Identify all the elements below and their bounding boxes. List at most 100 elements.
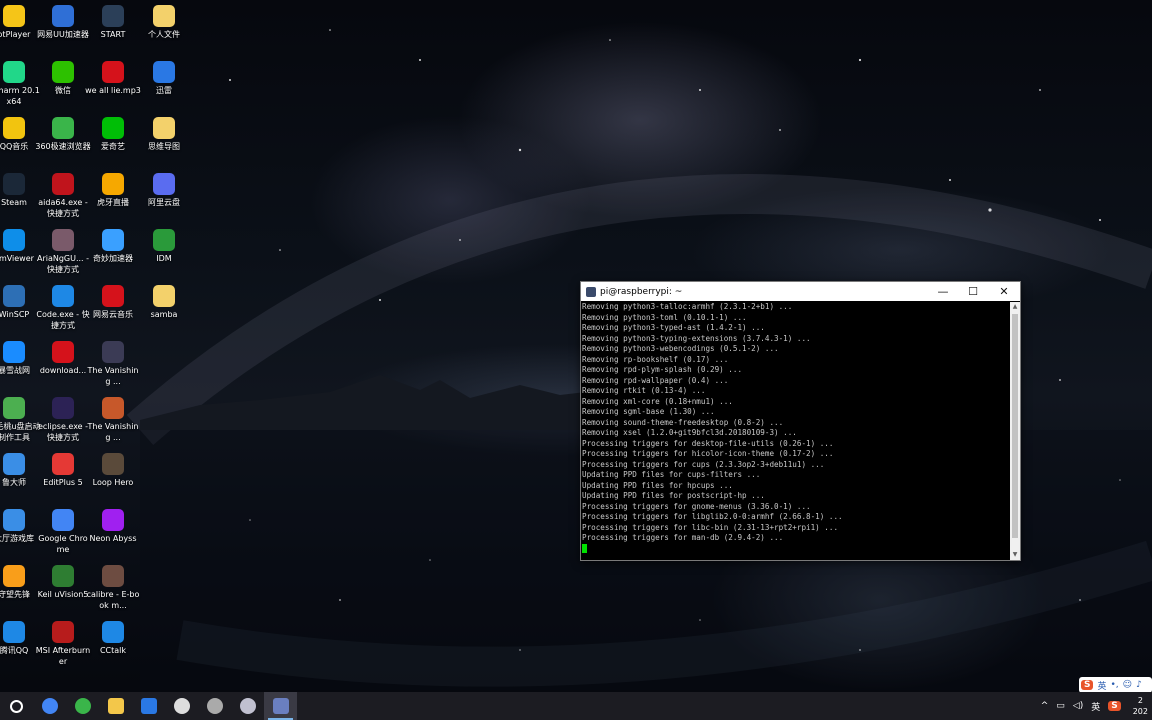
terminal-line: Removing xsel (1.2.0+git9bfcl3d.20180109… xyxy=(582,428,797,437)
clock[interactable]: 2 202 xyxy=(1129,695,1152,717)
desktop-shortcut[interactable]: 虎牙直播 xyxy=(85,173,141,208)
desktop-shortcut[interactable]: AriaNgGU... - 快捷方式 xyxy=(35,229,91,275)
desktop-shortcut-label: AriaNgGU... - 快捷方式 xyxy=(36,254,90,274)
qimiao-icon xyxy=(102,229,124,251)
terminal-line: Removing python3-webencodings (0.5.1-2) … xyxy=(582,344,779,353)
desktop-shortcut[interactable]: 爱奇艺 xyxy=(85,117,141,152)
scroll-down-arrow-icon[interactable]: ▼ xyxy=(1010,550,1020,560)
desktop-shortcut[interactable]: The Vanishing ... xyxy=(85,341,141,387)
minimize-button[interactable]: — xyxy=(928,282,958,301)
language-indicator[interactable]: 英 xyxy=(1091,700,1100,713)
desktop-shortcut-label: 网易UU加速器 xyxy=(37,30,89,39)
clock-time: 2 xyxy=(1137,696,1143,705)
folder-icon xyxy=(153,5,175,27)
usb-tool-icon xyxy=(3,397,25,419)
loophero-icon xyxy=(102,453,124,475)
desktop-shortcut[interactable]: 迅雷 xyxy=(136,61,192,96)
desktop-shortcut[interactable]: we all lie.mp3 xyxy=(85,61,141,96)
putty-taskbar[interactable] xyxy=(264,692,297,720)
sogou-tray-icon[interactable]: S xyxy=(1108,701,1121,711)
desktop-shortcut-label: eclipse.exe - 快捷方式 xyxy=(37,422,89,442)
desktop-shortcut[interactable]: calibre - E-book m... xyxy=(85,565,141,611)
xunlei-icon xyxy=(140,698,157,714)
terminal-scrollbar[interactable]: ▲ ▼ xyxy=(1010,302,1020,560)
desktop-shortcut[interactable]: MSI Afterburner xyxy=(35,621,91,667)
scrollbar-thumb[interactable] xyxy=(1012,314,1018,538)
putty-icon xyxy=(272,698,289,714)
taskbar-items xyxy=(0,692,297,720)
ime-toolbar[interactable]: S 英 •, ☺ ♪ xyxy=(1079,677,1152,693)
desktop-shortcut[interactable]: 网易云音乐 xyxy=(85,285,141,320)
desktop-shortcut[interactable]: The Vanishing ... xyxy=(85,397,141,443)
terminal-titlebar[interactable]: pi@raspberrypi: ~ — ☐ ✕ xyxy=(581,282,1020,301)
desktop-shortcut[interactable]: 奇妙加速器 xyxy=(85,229,141,264)
sogou-ime-icon[interactable]: S xyxy=(1081,680,1094,690)
terminal-line: Removing python3-typed-ast (1.4.2-1) ... xyxy=(582,323,765,332)
desktop-shortcut[interactable]: aida64.exe - 快捷方式 xyxy=(35,173,91,219)
keil-icon xyxy=(52,565,74,587)
desktop-shortcut[interactable]: 网易UU加速器 xyxy=(35,5,91,40)
search-button[interactable] xyxy=(0,692,33,720)
desktop-shortcut-label: The Vanishing ... xyxy=(87,422,139,442)
desktop-shortcut[interactable]: 阿里云盘 xyxy=(136,173,192,208)
terminal-output[interactable]: Removing python3-talloc:armhf (2.3.1-2+b… xyxy=(581,302,1010,560)
desktop-shortcut[interactable]: 360极速浏览器 xyxy=(35,117,91,152)
explorer-taskbar[interactable] xyxy=(99,692,132,720)
desktop-shortcut[interactable]: Loop Hero xyxy=(85,453,141,488)
desktop-shortcut[interactable]: samba xyxy=(136,285,192,320)
terminal-line: Updating PPD files for hpcups ... xyxy=(582,480,733,490)
putty-icon xyxy=(586,286,596,297)
volume-icon[interactable]: ◁) xyxy=(1073,701,1083,711)
terminal-line: Removing sound-theme-freedesktop (0.8-2)… xyxy=(582,417,784,427)
vanishing-icon xyxy=(102,397,124,419)
start-icon xyxy=(102,5,124,27)
network-icon[interactable]: ▭ xyxy=(1056,701,1065,711)
chrome-taskbar[interactable] xyxy=(33,692,66,720)
desktop-shortcut-label: EditPlus 5 xyxy=(43,478,83,487)
ime-mode-toggle[interactable]: 英 xyxy=(1097,679,1106,692)
desktop-shortcut-label: 虎牙直播 xyxy=(97,198,129,207)
terminal-line: Removing python3-typing-extensions (3.7.… xyxy=(582,333,811,343)
voice-icon[interactable]: ♪ xyxy=(1136,680,1142,690)
terminal-window[interactable]: pi@raspberrypi: ~ — ☐ ✕ Removing python3… xyxy=(580,281,1021,561)
aida64-icon xyxy=(52,173,74,195)
terminal-line: Removing python3-talloc:armhf (2.3.1-2+b… xyxy=(582,302,793,311)
terminal-line: Processing triggers for cups (2.3.3op2-3… xyxy=(582,459,825,469)
desktop-shortcut[interactable]: Neon Abyss xyxy=(85,509,141,544)
ariang-icon xyxy=(52,229,74,251)
desktop-shortcut[interactable]: Code.exe - 快捷方式 xyxy=(35,285,91,331)
desktop-shortcut[interactable]: 微信 xyxy=(35,61,91,96)
settings-taskbar[interactable] xyxy=(165,692,198,720)
netease-music-file-icon xyxy=(102,61,124,83)
desktop-shortcut-label: 网易云音乐 xyxy=(93,310,133,319)
app-taskbar[interactable] xyxy=(231,692,264,720)
overwatch-icon xyxy=(3,565,25,587)
desktop-shortcut[interactable]: download... xyxy=(35,341,91,376)
desktop-shortcut[interactable]: Keil uVision5 xyxy=(35,565,91,600)
ludashi-icon xyxy=(3,453,25,475)
xunlei-taskbar[interactable] xyxy=(132,692,165,720)
terminal-line: Removing rpd-plym-splash (0.29) ... xyxy=(582,365,743,374)
tray-expand-icon[interactable]: ^ xyxy=(1041,701,1049,711)
desktop-shortcut[interactable]: eclipse.exe - 快捷方式 xyxy=(35,397,91,443)
desktop-shortcut-label: we all lie.mp3 xyxy=(85,86,141,95)
maximize-button[interactable]: ☐ xyxy=(958,282,988,301)
desktop-shortcut[interactable]: 个人文件 xyxy=(136,5,192,40)
desktop-shortcut[interactable]: START xyxy=(85,5,141,40)
terminal-line: Removing rp-bookshelf (0.17) ... xyxy=(582,354,729,364)
desktop-shortcut[interactable]: 思维导图 xyxy=(136,117,192,152)
uu-booster-icon xyxy=(52,5,74,27)
desktop-shortcut[interactable]: IDM xyxy=(136,229,192,264)
terminal-line: Removing rpd-wallpaper (0.4) ... xyxy=(582,375,729,385)
desktop-shortcut[interactable]: Google Chrome xyxy=(35,509,91,555)
punctuation-icon[interactable]: •, xyxy=(1111,680,1119,690)
desktop-shortcut[interactable]: CCtalk xyxy=(85,621,141,656)
steam-taskbar[interactable] xyxy=(198,692,231,720)
desktop-shortcut[interactable]: EditPlus 5 xyxy=(35,453,91,488)
eclipse-icon xyxy=(52,397,74,419)
scroll-up-arrow-icon[interactable]: ▲ xyxy=(1010,302,1020,312)
360-taskbar[interactable] xyxy=(66,692,99,720)
close-button[interactable]: ✕ xyxy=(989,282,1019,301)
desktop-shortcut-label: Loop Hero xyxy=(92,478,134,487)
emoji-icon[interactable]: ☺ xyxy=(1123,680,1132,690)
